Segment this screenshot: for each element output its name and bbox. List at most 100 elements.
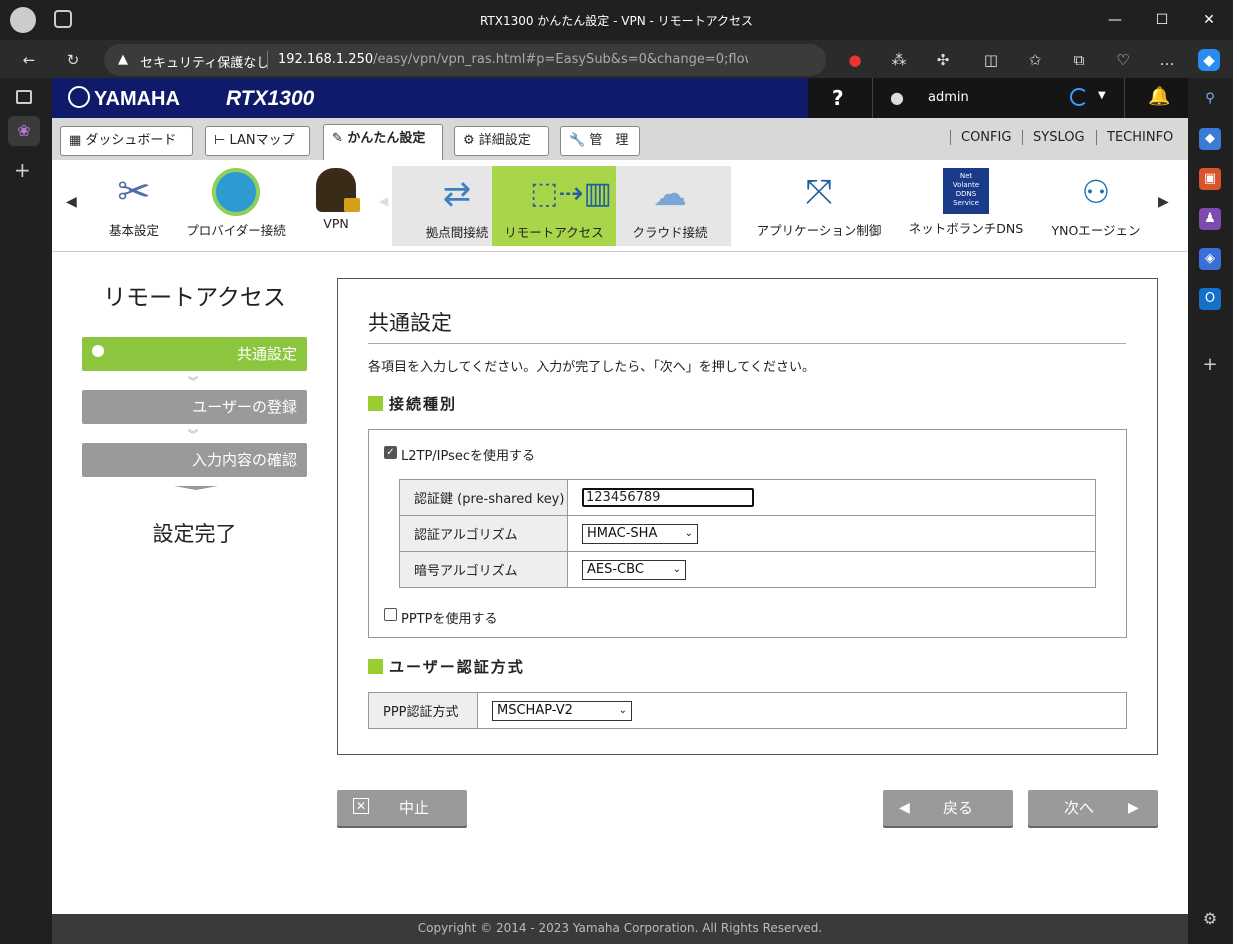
left-triangle-icon: ◀	[899, 800, 910, 816]
ddns-ddns-text: DDNS	[955, 190, 977, 198]
settings-panel: 共通設定 各項目を入力してください。入力が完了したら、「次へ」を押してください。…	[337, 278, 1158, 755]
help-button[interactable]: ?	[832, 86, 844, 110]
auth-algo-label: 認証アルゴリズム	[399, 515, 568, 552]
add-sidebar-app-icon[interactable]: +	[1199, 354, 1221, 376]
tab-advanced-settings[interactable]: ⚙ 詳細設定	[454, 126, 549, 156]
chevron-down-icon: ⌄	[618, 704, 627, 716]
syslog-link[interactable]: SYSLOG	[1022, 130, 1085, 145]
tools-icon[interactable]: ▣	[1199, 168, 1221, 190]
feature-icon-menu: ◀ ◀ ✂ 基本設定 プロバイダー接続 VPN ⇄ 拠点間接続 ⬚⇢▥ リモート…	[52, 160, 1188, 252]
user-icon: ●	[890, 88, 904, 107]
refresh-status-icon[interactable]	[1070, 88, 1088, 106]
address-bar[interactable]: ▲ セキュリティ保護なし 192.168.1.250/easy/vpn/vpn_…	[104, 44, 826, 76]
menu-remote-access-label: リモートアクセス	[504, 225, 604, 240]
favorites-icon[interactable]: ✩	[1024, 49, 1046, 71]
ppp-auth-label: PPP認証方式	[368, 692, 478, 729]
step-2-label: ユーザーの登録	[192, 398, 297, 416]
enc-algo-select[interactable]: AES-CBC ⌄	[582, 559, 686, 580]
copilot-icon[interactable]: ◆	[1198, 49, 1220, 71]
globe-icon	[212, 168, 260, 216]
menu-app-control-label: アプリケーション制御	[756, 223, 882, 238]
menu-site-to-site[interactable]: ⇄ 拠点間接続	[410, 170, 504, 241]
extensions-puzzle-icon[interactable]: ✣	[932, 49, 954, 71]
back-label: 戻る	[943, 799, 974, 817]
techinfo-link[interactable]: TECHINFO	[1096, 130, 1173, 145]
minimize-button[interactable]: —	[1100, 8, 1130, 32]
branch-arrows-icon: ⤧	[805, 172, 833, 212]
menu-netvolante-dns[interactable]: Net Volante DDNS Service ネットボランチDNS	[904, 168, 1028, 237]
active-tab-favicon-icon[interactable]: ❀	[8, 116, 40, 146]
menu-app-control[interactable]: ⤧ アプリケーション制御	[752, 168, 886, 239]
menu-provider[interactable]: プロバイダー接続	[180, 168, 292, 239]
scroll-right-icon[interactable]: ▶	[1158, 194, 1169, 210]
menu-yno-agent[interactable]: ⚇ YNOエージェン	[1046, 168, 1146, 239]
ddns-service-text: Service	[953, 199, 979, 207]
tab-management[interactable]: 🔧 管 理	[560, 126, 640, 156]
current-step-pin-icon	[92, 345, 104, 357]
psk-row: 認証鍵 (pre-shared key) 123456789	[399, 479, 1096, 516]
menu-remote-access[interactable]: ⬚⇢▥ リモートアクセス	[500, 170, 612, 241]
user-name: admin	[928, 90, 969, 105]
menu-vpn[interactable]: VPN	[308, 168, 364, 231]
step-1-label: 共通設定	[236, 345, 297, 363]
submenu-pointer-icon: ◀	[379, 194, 389, 208]
chevron-down-icon[interactable]: ▼	[1098, 90, 1106, 101]
step-confirm-input: 入力内容の確認	[82, 443, 307, 477]
psk-cell: 123456789	[567, 479, 1096, 516]
back-arrow-icon[interactable]: ←	[18, 49, 40, 71]
settings-gear-icon[interactable]: ⚙	[1199, 908, 1221, 930]
router-web-page: YAMAHA RTX1300 ? ● admin ▼ 🔔 ▦ ダッシュボード ⊢…	[52, 78, 1188, 944]
outlook-icon[interactable]: O	[1199, 288, 1221, 310]
vpn-lock-icon	[316, 168, 360, 212]
dashboard-icon: ▦	[69, 133, 86, 148]
notification-bell-icon[interactable]: 🔔	[1148, 86, 1170, 107]
microsoft365-icon[interactable]: ◈	[1199, 248, 1221, 270]
games-icon[interactable]: ♟	[1199, 208, 1221, 230]
extension-dots-icon[interactable]: ⁂	[888, 49, 910, 71]
psk-label: 認証鍵 (pre-shared key)	[399, 479, 568, 516]
window-title: RTX1300 かんたん設定 - VPN - リモートアクセス	[479, 14, 754, 28]
new-tab-icon[interactable]: +	[14, 158, 31, 182]
address-divider	[267, 51, 268, 69]
cancel-button[interactable]: ✕ 中止	[337, 790, 467, 826]
cancel-label: 中止	[399, 799, 430, 817]
extension-record-icon[interactable]: ●	[844, 49, 866, 71]
l2tp-checkbox[interactable]: ✓	[384, 446, 397, 459]
tab-lan-map[interactable]: ⊢ LANマップ	[205, 126, 310, 156]
menu-provider-label: プロバイダー接続	[186, 223, 286, 238]
reload-icon[interactable]: ↻	[62, 49, 84, 71]
shopping-icon[interactable]: ◆	[1199, 128, 1221, 150]
step-chevron-icon: ︾	[188, 377, 198, 388]
enc-algo-row: 暗号アルゴリズム AES-CBC ⌄	[399, 551, 1096, 588]
psk-input[interactable]: 123456789	[582, 488, 754, 507]
step-arrow-down-icon	[174, 486, 218, 500]
maximize-button[interactable]: ☐	[1147, 8, 1177, 32]
ppp-auth-select[interactable]: MSCHAP-V2 ⌄	[492, 700, 632, 721]
menu-basic-settings-label: 基本設定	[108, 223, 159, 238]
section-marker-icon	[368, 396, 383, 411]
scroll-left-icon[interactable]: ◀	[66, 194, 77, 210]
pptp-checkbox[interactable]	[384, 608, 397, 621]
search-icon[interactable]: ⚲	[1199, 88, 1221, 110]
config-link[interactable]: CONFIG	[950, 130, 1011, 145]
tab-easy-setup[interactable]: ✎ かんたん設定	[323, 124, 443, 160]
auth-algo-select[interactable]: HMAC-SHA ⌄	[582, 523, 698, 544]
split-screen-icon[interactable]: ◫	[980, 49, 1002, 71]
menu-basic-settings[interactable]: ✂ 基本設定	[104, 168, 164, 239]
more-menu-icon[interactable]: …	[1156, 49, 1178, 71]
auth-algo-cell: HMAC-SHA ⌄	[567, 515, 1096, 552]
performance-heart-icon[interactable]: ♡	[1112, 49, 1134, 71]
tab-dashboard[interactable]: ▦ ダッシュボード	[60, 126, 193, 156]
back-button[interactable]: ◀ 戻る	[883, 790, 1013, 826]
menu-netvolante-label: ネットボランチDNS	[908, 221, 1024, 236]
menu-cloud[interactable]: ☁ クラウド接続	[622, 170, 718, 241]
url-text[interactable]: 192.168.1.250/easy/vpn/vpn_ras.html#p=Ea…	[278, 52, 748, 67]
tab-actions-icon[interactable]	[16, 90, 32, 104]
instruction-text: 各項目を入力してください。入力が完了したら、「次へ」を押してください。	[368, 360, 815, 375]
close-window-button[interactable]: ✕	[1194, 8, 1224, 32]
header-divider	[872, 78, 873, 118]
step-complete: 設定完了	[152, 522, 237, 546]
ddns-service-icon: Net Volante DDNS Service	[943, 168, 989, 214]
collections-icon[interactable]: ⧉	[1068, 49, 1090, 71]
next-button[interactable]: 次へ ▶	[1028, 790, 1158, 826]
